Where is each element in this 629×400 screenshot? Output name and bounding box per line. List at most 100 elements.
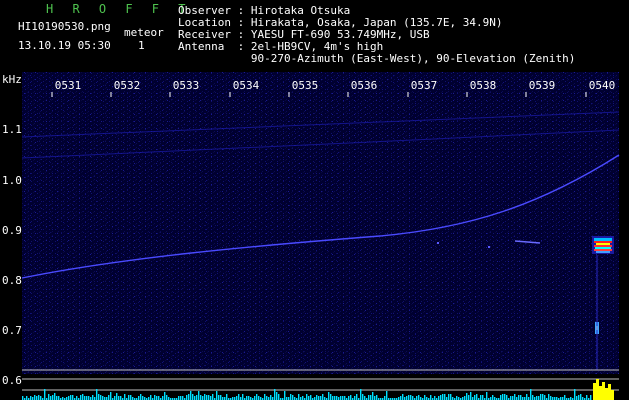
- histogram-bar: [274, 389, 276, 400]
- histogram-bar: [116, 393, 118, 400]
- histogram-bar: [416, 396, 418, 400]
- histogram-bar: [482, 395, 484, 400]
- histogram-bar: [480, 395, 482, 400]
- histogram-bar: [204, 394, 206, 400]
- histogram-bar: [308, 396, 310, 400]
- histogram-bar: [540, 394, 542, 400]
- histogram-bar: [580, 394, 582, 400]
- histogram-bar: [30, 396, 32, 400]
- x-tick-label: 0532: [114, 79, 141, 92]
- histogram-bar: [298, 394, 300, 400]
- histogram-bar: [156, 396, 158, 400]
- histogram-bar: [84, 396, 86, 400]
- histogram-bar: [350, 395, 352, 400]
- histogram-bar: [80, 395, 82, 400]
- histogram-bar: [254, 396, 256, 400]
- histogram-bar: [408, 395, 410, 400]
- x-tick-label: 0539: [529, 79, 556, 92]
- histogram-bar: [514, 394, 516, 400]
- histogram-bar: [200, 395, 202, 400]
- histogram-bar: [536, 396, 538, 400]
- histogram-bar: [542, 394, 544, 400]
- y-tick-label: 0.9: [2, 224, 22, 237]
- histogram-bar: [550, 396, 552, 400]
- histogram-bar: [278, 394, 280, 400]
- histogram-bar: [370, 395, 372, 400]
- histogram-bar: [430, 395, 432, 400]
- histogram-bar: [444, 394, 446, 400]
- histogram-bar: [38, 395, 40, 400]
- histogram-bar: [492, 395, 494, 400]
- histogram-bar: [564, 395, 566, 400]
- histogram-bar: [26, 396, 28, 400]
- histogram-bar: [328, 392, 330, 400]
- y-tick-label: 1.0: [2, 174, 22, 187]
- histogram-bar: [48, 394, 50, 400]
- histogram-bar: [270, 395, 272, 400]
- histogram-bar: [264, 394, 266, 400]
- x-tick-label: 0531: [55, 79, 82, 92]
- histogram-bar: [138, 396, 140, 400]
- histogram-bar: [290, 394, 292, 400]
- histogram-bar: [316, 395, 318, 400]
- histogram-bar: [36, 396, 38, 400]
- histogram-bar: [348, 396, 350, 400]
- y-unit-label: kHz: [2, 73, 22, 86]
- histogram-bar: [164, 392, 166, 400]
- histogram-bar: [344, 396, 346, 400]
- histogram-bar: [434, 396, 436, 400]
- histogram-bar: [218, 395, 220, 400]
- histogram-bar: [440, 395, 442, 400]
- histogram-bar: [538, 396, 540, 400]
- histogram-bar: [456, 396, 458, 400]
- histogram-bar: [210, 396, 212, 400]
- histogram-bar: [292, 395, 294, 400]
- histogram-bar: [142, 396, 144, 400]
- histogram-bar: [72, 395, 74, 400]
- x-tick-label: 0536: [351, 79, 378, 92]
- histogram-bar: [238, 394, 240, 400]
- histogram-bar: [198, 391, 200, 400]
- histogram-peak: [593, 379, 614, 400]
- histogram-bar: [178, 396, 180, 400]
- histogram-bar: [44, 389, 46, 400]
- histogram-bar: [256, 394, 258, 400]
- histogram-bar: [246, 396, 248, 400]
- histogram-bar: [530, 389, 532, 400]
- histogram-bar: [412, 396, 414, 400]
- histogram-bar: [88, 396, 90, 400]
- histogram-bar: [544, 395, 546, 400]
- histogram-bar: [450, 394, 452, 400]
- histogram-bar: [100, 395, 102, 400]
- histogram-bar: [330, 394, 332, 400]
- histogram-bar: [486, 392, 488, 400]
- histogram-bar: [470, 392, 472, 400]
- histogram-bar: [364, 396, 366, 400]
- histogram-bar: [194, 396, 196, 400]
- histogram-bar: [158, 396, 160, 400]
- histogram-bar: [130, 395, 132, 400]
- histogram-bar: [284, 391, 286, 400]
- histogram-bar: [192, 394, 194, 400]
- histogram-bar: [92, 395, 94, 400]
- histogram-bar: [406, 396, 408, 400]
- histogram-bar: [54, 393, 56, 400]
- histogram-bar: [242, 394, 244, 400]
- histogram-bar: [500, 395, 502, 400]
- histogram-bar: [154, 395, 156, 400]
- histogram-bar: [108, 395, 110, 400]
- histogram-bar: [442, 394, 444, 400]
- histogram-bar: [40, 396, 42, 400]
- histogram-bar: [226, 394, 228, 400]
- histogram-bar: [220, 395, 222, 400]
- histogram-bar: [384, 396, 386, 400]
- histogram-bar: [320, 396, 322, 400]
- histogram-bar: [196, 395, 198, 400]
- histogram-bar: [68, 396, 70, 400]
- histogram-bar: [110, 392, 112, 400]
- histogram-bar: [70, 395, 72, 400]
- histogram-bar: [334, 396, 336, 400]
- histogram-bar: [576, 396, 578, 400]
- histogram-bar: [332, 396, 334, 400]
- histogram-bar: [276, 392, 278, 400]
